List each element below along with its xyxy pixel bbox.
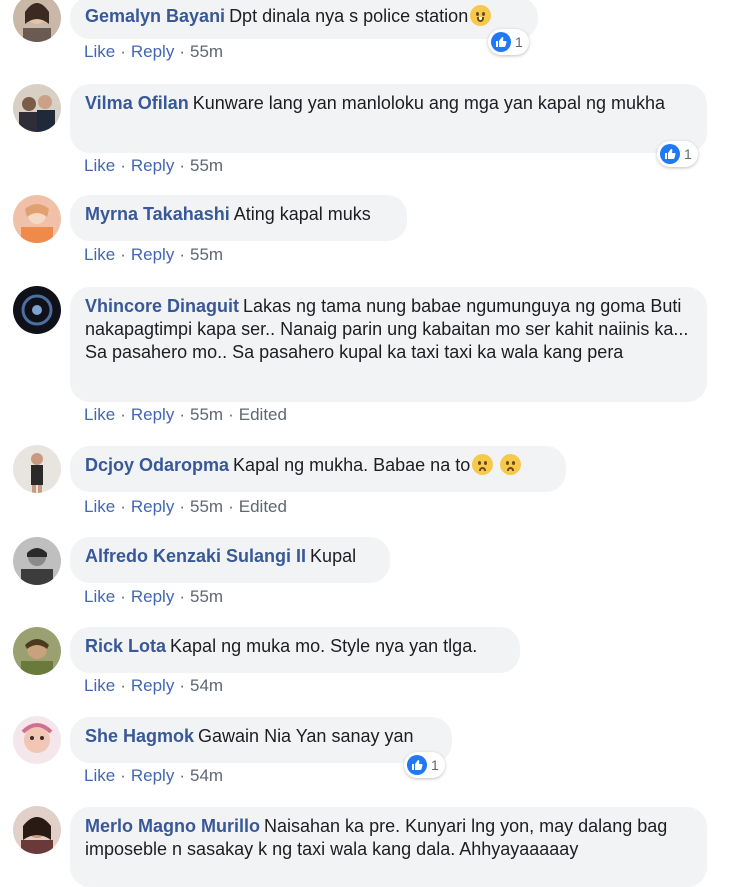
comment-time[interactable]: 55m: [190, 587, 223, 606]
comment-author[interactable]: Vilma Ofilan: [85, 93, 189, 113]
comment-actions: Like · Reply · 54m: [84, 766, 224, 785]
comment-time[interactable]: 54m: [190, 676, 223, 695]
like-thumbs-up-icon: [660, 144, 680, 164]
avatar[interactable]: [13, 537, 61, 585]
like-thumbs-up-icon: [407, 755, 427, 775]
comment-time[interactable]: 55m: [190, 405, 223, 424]
reply-link[interactable]: Reply: [131, 156, 174, 175]
comment-text: Kupal: [310, 546, 357, 566]
comment-text: Dpt dinala nya s police station: [229, 6, 469, 26]
comment-author[interactable]: Myrna Takahashi: [85, 204, 230, 224]
reaction-count: 1: [431, 757, 439, 773]
like-link[interactable]: Like: [84, 42, 115, 61]
avatar[interactable]: [13, 445, 61, 493]
comment-actions: Like · Reply · 54m: [84, 676, 224, 695]
reply-link[interactable]: Reply: [131, 497, 174, 516]
comment-time[interactable]: 55m: [190, 497, 223, 516]
worried-face-emoji-icon: [500, 454, 522, 475]
worried-face-emoji-icon: [472, 454, 494, 475]
reply-link[interactable]: Reply: [131, 587, 174, 606]
comment-author[interactable]: Alfredo Kenzaki Sulangi II: [85, 546, 306, 566]
like-link[interactable]: Like: [84, 587, 115, 606]
reaction-count: 1: [684, 146, 692, 162]
comment-time[interactable]: 55m: [190, 156, 223, 175]
like-thumbs-up-icon: [491, 32, 511, 52]
comment-bubble: She Hagmok Gawain Nia Yan sanay yan: [70, 717, 452, 763]
comment-actions: Like · Reply · 55m · Edited: [84, 497, 287, 516]
comment-author[interactable]: Gemalyn Bayani: [85, 6, 225, 26]
avatar[interactable]: [13, 806, 61, 854]
comment-author[interactable]: Merlo Magno Murillo: [85, 816, 260, 836]
avatar[interactable]: [13, 84, 61, 132]
reaction-badge[interactable]: 1: [488, 29, 529, 55]
avatar[interactable]: [13, 716, 61, 764]
comment-bubble: Vilma Ofilan Kunware lang yan manloloku a…: [70, 84, 707, 153]
comment-author[interactable]: Vhincore Dinaguit: [85, 296, 239, 316]
comment-bubble: Merlo Magno Murillo Naisahan ka pre. Kuny…: [70, 807, 707, 887]
like-link[interactable]: Like: [84, 245, 115, 264]
like-link[interactable]: Like: [84, 156, 115, 175]
comment-text: Gawain Nia Yan sanay yan: [198, 726, 414, 746]
rofl-emoji-icon: [470, 5, 492, 26]
reply-link[interactable]: Reply: [131, 405, 174, 424]
avatar[interactable]: [13, 627, 61, 675]
comment-time[interactable]: 54m: [190, 766, 223, 785]
comment-text: Kapal ng muka mo. Style nya yan tlga.: [170, 636, 478, 656]
comment-actions: Like · Reply · 55m · Edited: [84, 405, 287, 424]
like-link[interactable]: Like: [84, 497, 115, 516]
avatar[interactable]: [13, 286, 61, 334]
comment-bubble: Vhincore Dinaguit Lakas ng tama nung baba…: [70, 287, 707, 402]
comment-text: Ating kapal muks: [233, 204, 371, 224]
comment-bubble: Gemalyn Bayani Dpt dinala nya s police st…: [70, 0, 538, 39]
reply-link[interactable]: Reply: [131, 42, 174, 61]
like-link[interactable]: Like: [84, 405, 115, 424]
comment-bubble: Alfredo Kenzaki Sulangi II Kupal: [70, 537, 390, 583]
comment-author[interactable]: Dcjoy Odaropma: [85, 455, 229, 475]
edited-label[interactable]: Edited: [239, 405, 287, 424]
comment-actions: Like · Reply · 55m: [84, 42, 224, 61]
comment-actions: Like · Reply · 55m: [84, 587, 224, 606]
avatar[interactable]: [13, 0, 61, 42]
comment-bubble: Rick Lota Kapal ng muka mo. Style nya yan…: [70, 627, 520, 673]
comment-author[interactable]: She Hagmok: [85, 726, 194, 746]
like-link[interactable]: Like: [84, 676, 115, 695]
reaction-badge[interactable]: 1: [657, 141, 698, 167]
comment-actions: Like · Reply · 55m: [84, 245, 224, 264]
comment-text: Kunware lang yan manloloku ang mga yan k…: [192, 93, 666, 113]
avatar[interactable]: [13, 195, 61, 243]
comment-time[interactable]: 55m: [190, 42, 223, 61]
comment-time[interactable]: 55m: [190, 245, 223, 264]
comment-actions: Like · Reply · 55m: [84, 156, 224, 175]
reply-link[interactable]: Reply: [131, 245, 174, 264]
comment-author[interactable]: Rick Lota: [85, 636, 166, 656]
reaction-count: 1: [515, 34, 523, 50]
comment-bubble: Dcjoy Odaropma Kapal ng mukha. Babae na t…: [70, 446, 566, 492]
comment-text: Kapal ng mukha. Babae na to: [233, 455, 471, 475]
reaction-badge[interactable]: 1: [404, 752, 445, 778]
reply-link[interactable]: Reply: [131, 766, 174, 785]
like-link[interactable]: Like: [84, 766, 115, 785]
edited-label[interactable]: Edited: [239, 497, 287, 516]
reply-link[interactable]: Reply: [131, 676, 174, 695]
comment-bubble: Myrna Takahashi Ating kapal muks: [70, 195, 407, 241]
